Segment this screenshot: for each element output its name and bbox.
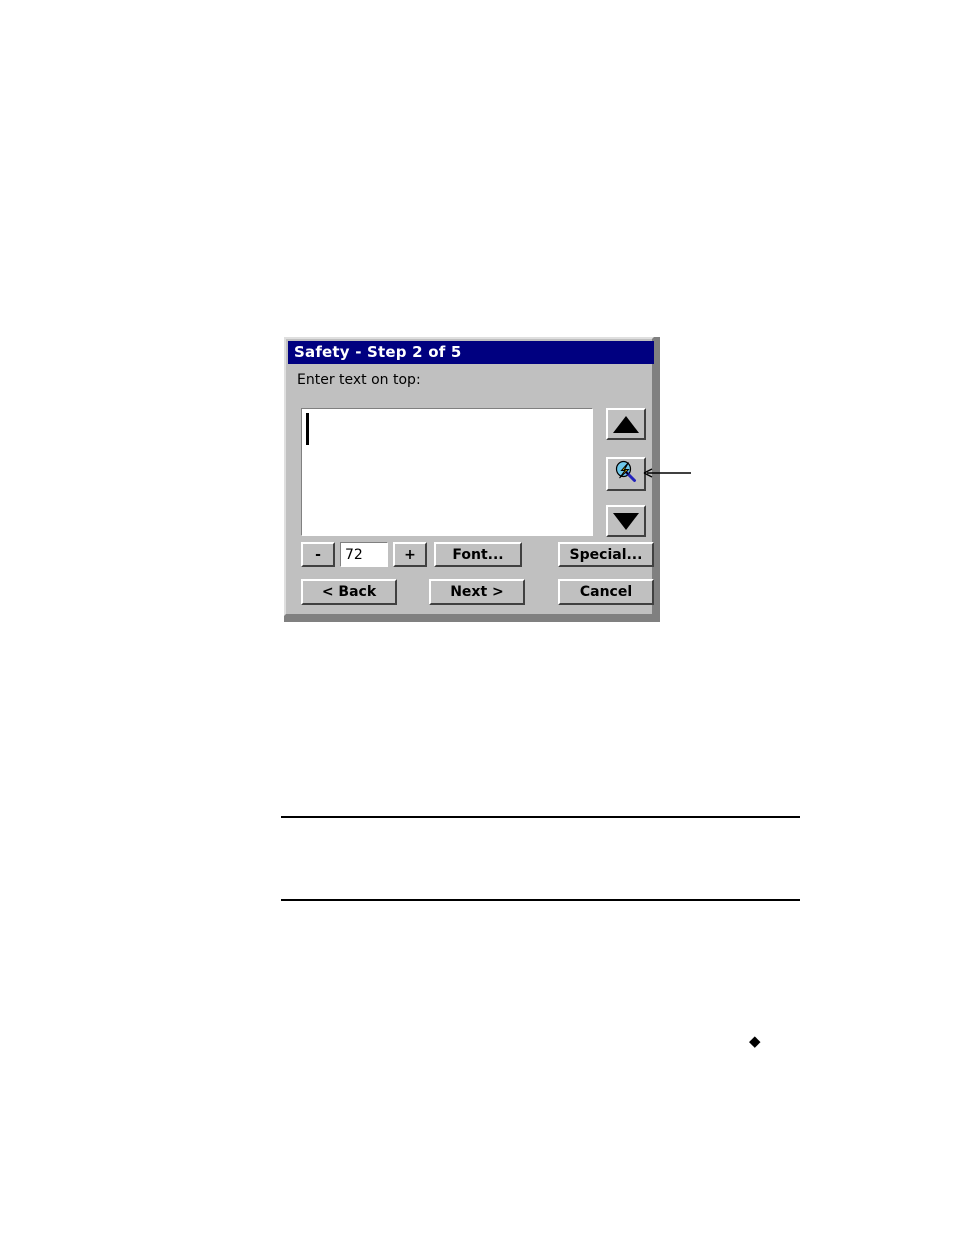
font-button[interactable]: Font... (434, 542, 522, 567)
next-button[interactable]: Next > (429, 579, 525, 605)
document-page: Safety - Step 2 of 5 Enter text on top: (0, 0, 954, 1235)
text-caret (306, 413, 309, 445)
callout-arrow (643, 465, 693, 481)
special-effect-button[interactable] (606, 457, 646, 491)
prompt-label: Enter text on top: (297, 372, 421, 388)
lightning-bolt-icon (614, 460, 638, 488)
safety-wizard-dialog: Safety - Step 2 of 5 Enter text on top: (284, 337, 654, 616)
diamond-bullet-marker: ◆ (749, 1032, 761, 1050)
back-button[interactable]: < Back (301, 579, 397, 605)
triangle-up-icon (613, 415, 639, 433)
size-value-input[interactable]: 72 (340, 542, 388, 567)
scroll-up-button[interactable] (606, 408, 646, 440)
dialog-title-bar: Safety - Step 2 of 5 (288, 341, 654, 364)
text-input-area[interactable] (301, 408, 593, 536)
upper-rule (281, 816, 800, 818)
cancel-button[interactable]: Cancel (558, 579, 654, 605)
scroll-down-button[interactable] (606, 505, 646, 537)
triangle-down-icon (613, 512, 639, 530)
size-decrement-button[interactable]: - (301, 542, 335, 567)
lower-rule (281, 899, 800, 901)
size-increment-button[interactable]: + (393, 542, 427, 567)
special-button[interactable]: Special... (558, 542, 654, 567)
